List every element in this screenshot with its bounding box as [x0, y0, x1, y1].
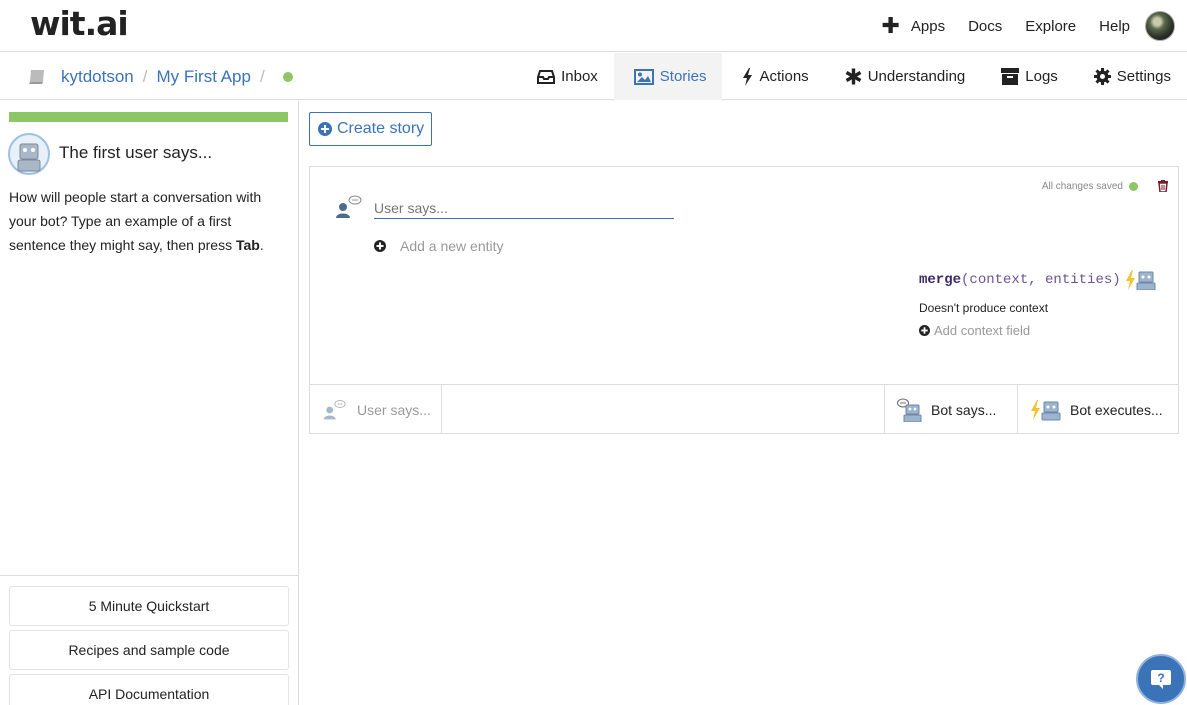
user-avatar[interactable] — [1145, 11, 1175, 41]
archive-icon — [1001, 68, 1020, 85]
bot-speech-icon — [897, 398, 922, 422]
book-icon — [29, 69, 44, 84]
saved-status-dot — [1129, 182, 1138, 191]
tab-label: Settings — [1116, 68, 1171, 85]
tutorial-progress-bar — [9, 112, 288, 122]
add-user-says-button[interactable]: User says... — [310, 385, 442, 434]
tab-settings[interactable]: Settings — [1074, 53, 1187, 100]
quickstart-link[interactable]: 5 Minute Quickstart — [9, 586, 289, 626]
tutorial-panel: The first user says... How will people s… — [0, 101, 299, 705]
plus-circle-icon — [919, 325, 930, 336]
bot-execute-icon — [1031, 399, 1061, 420]
tab-actions[interactable]: Actions — [722, 53, 824, 100]
app-tabs: Inbox Stories Actions Understanding Logs… — [517, 53, 1187, 100]
add-context-label: Add context field — [934, 323, 1031, 338]
breadcrumb-separator: / — [259, 66, 265, 86]
tutorial-text-end: . — [259, 237, 264, 253]
help-links: 5 Minute Quickstart Recipes and sample c… — [0, 575, 298, 705]
plus-circle-icon — [318, 122, 332, 136]
nav-docs[interactable]: Docs — [968, 18, 1002, 35]
asterisk-icon — [845, 68, 862, 85]
bot-says-label: Bot says... — [931, 401, 997, 418]
image-icon — [633, 68, 654, 85]
user-says-label: User says... — [357, 401, 431, 418]
context-description: Doesn't produce context — [919, 301, 1049, 315]
breadcrumb: kytdotson / My First App / — [28, 53, 293, 100]
create-story-button[interactable]: Create story — [309, 112, 432, 146]
tab-key-label: Tab — [235, 237, 260, 253]
tab-inbox[interactable]: Inbox — [517, 53, 614, 100]
tab-label: Understanding — [867, 68, 966, 85]
breadcrumb-user[interactable]: kytdotson — [61, 67, 134, 87]
plus-circle-icon — [374, 240, 386, 252]
tab-label: Logs — [1025, 68, 1058, 85]
toolbar-spacer — [442, 385, 885, 433]
add-bot-executes-button[interactable]: Bot executes... — [1018, 385, 1178, 434]
tab-understanding[interactable]: Understanding — [825, 53, 982, 100]
trash-icon[interactable] — [1158, 180, 1168, 192]
create-story-label: Create story — [337, 120, 425, 137]
tutorial-title: The first user says... — [59, 143, 213, 162]
merge-function-args: (context, entities) — [961, 272, 1121, 288]
user-speech-icon — [336, 195, 362, 218]
merge-function-name: merge — [919, 272, 962, 288]
help-chat-button[interactable]: ? — [1136, 654, 1186, 704]
top-header: wit.ai ✚ Apps Docs Explore Help — [0, 0, 1187, 52]
user-says-input[interactable] — [374, 197, 674, 219]
svg-text:?: ? — [1157, 671, 1164, 685]
inbox-icon — [537, 69, 556, 84]
story-toolbar: User says... Bot says... Bot executes... — [310, 384, 1178, 434]
robot-icon — [17, 143, 41, 172]
story-editor: All changes saved Add a new entity merge… — [309, 166, 1179, 434]
plus-icon[interactable]: ✚ — [881, 15, 899, 37]
add-entity-button[interactable]: Add a new entity — [374, 238, 504, 254]
robot-avatar — [8, 133, 50, 175]
tab-logs[interactable]: Logs — [981, 53, 1074, 100]
saved-status: All changes saved — [1042, 181, 1138, 192]
user-speech-icon — [323, 399, 346, 419]
bolt-icon — [743, 67, 753, 86]
tutorial-text: How will people start a conversation wit… — [9, 185, 289, 257]
nav-explore[interactable]: Explore — [1025, 18, 1076, 35]
tab-stories[interactable]: Stories — [613, 53, 723, 100]
tab-label: Actions — [759, 68, 809, 85]
nav-help[interactable]: Help — [1099, 18, 1130, 35]
help-chat-icon: ? — [1151, 670, 1171, 689]
breadcrumb-app[interactable]: My First App — [157, 67, 251, 87]
tab-label: Inbox — [561, 68, 598, 85]
bot-execute-icon — [1125, 270, 1156, 290]
nav-apps[interactable]: Apps — [911, 18, 945, 35]
add-bot-says-button[interactable]: Bot says... — [885, 385, 1018, 434]
tab-label: Stories — [659, 68, 707, 85]
add-entity-label: Add a new entity — [400, 238, 504, 254]
bot-executes-label: Bot executes... — [1070, 401, 1163, 418]
breadcrumb-separator: / — [142, 66, 148, 86]
add-context-field-button[interactable]: Add context field — [919, 323, 1030, 338]
gear-icon — [1093, 68, 1111, 85]
recipes-link[interactable]: Recipes and sample code — [9, 630, 289, 670]
merge-function[interactable]: merge (context, entities) — [919, 270, 1157, 290]
wit-ai-logo[interactable]: wit.ai — [30, 4, 129, 43]
top-nav: ✚ Apps Docs Explore Help — [881, 0, 1187, 52]
app-status-dot — [282, 71, 293, 82]
tutorial-text-body: How will people start a conversation wit… — [9, 189, 262, 253]
api-docs-link[interactable]: API Documentation — [9, 674, 289, 705]
app-bar: kytdotson / My First App / Inbox Stories — [0, 53, 1187, 100]
saved-status-text: All changes saved — [1041, 181, 1123, 192]
